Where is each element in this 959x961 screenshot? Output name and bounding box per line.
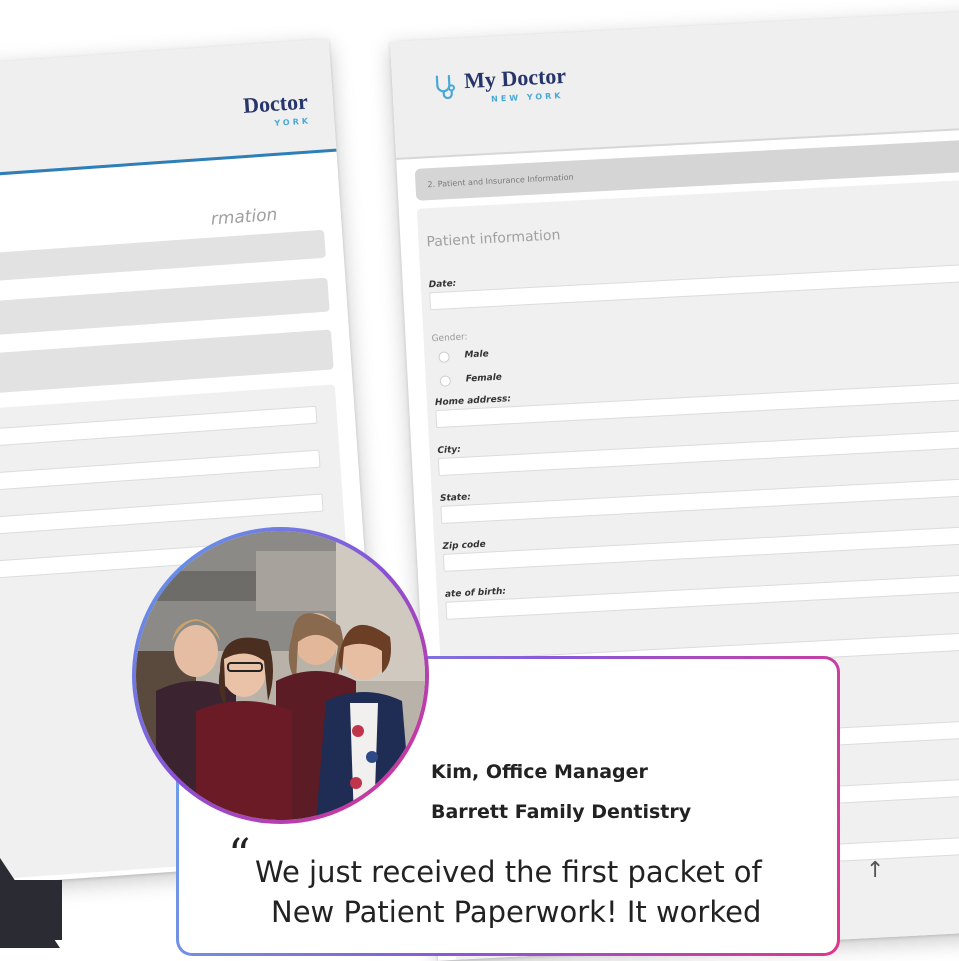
logo-subtitle-partial: YORK (274, 116, 312, 128)
date-label: Date: (428, 278, 457, 291)
testimonial-quote-line-1: We just received the first packet of (255, 855, 762, 889)
city-label: City: (437, 444, 462, 457)
right-form-header: My Doctor NEW YORK (390, 10, 959, 160)
city-input[interactable] (437, 429, 959, 477)
female-radio[interactable] (439, 375, 452, 387)
dob-label: ate of birth: (444, 586, 507, 600)
arrow-up-icon[interactable]: ↑ (866, 858, 884, 883)
dob-input[interactable] (445, 573, 959, 620)
female-label: Female (465, 372, 503, 385)
zip-label: Zip code (442, 539, 486, 552)
left-field-1[interactable] (0, 405, 318, 459)
quote-mark-icon: “ (228, 830, 251, 881)
home-address-input[interactable] (435, 381, 959, 429)
dark-decor-block (0, 880, 62, 940)
logo-title: My Doctor (463, 62, 567, 94)
patient-info-heading: Patient information (426, 227, 561, 251)
team-photo (136, 531, 425, 820)
testimonial-person-name: Kim, Office Manager (431, 761, 648, 783)
stethoscope-icon (432, 72, 462, 106)
logo-text-partial: Doctor (242, 88, 309, 119)
left-field-2[interactable] (0, 449, 321, 503)
gender-label: Gender: (431, 332, 468, 345)
photo-gradient-ring (132, 527, 429, 824)
left-section-heading: rmation (210, 204, 279, 230)
date-input[interactable] (429, 263, 959, 311)
logo-subtitle: NEW YORK (490, 91, 564, 104)
testimonial-organization: Barrett Family Dentistry (431, 801, 692, 823)
left-form-header: Doctor YORK (0, 38, 337, 191)
state-input[interactable] (440, 477, 959, 524)
male-radio[interactable] (438, 351, 450, 363)
male-label: Male (464, 349, 489, 361)
testimonial-quote-line-2: New Patient Paperwork! It worked (271, 895, 762, 929)
zip-input[interactable] (442, 525, 959, 572)
state-label: State: (439, 492, 472, 505)
